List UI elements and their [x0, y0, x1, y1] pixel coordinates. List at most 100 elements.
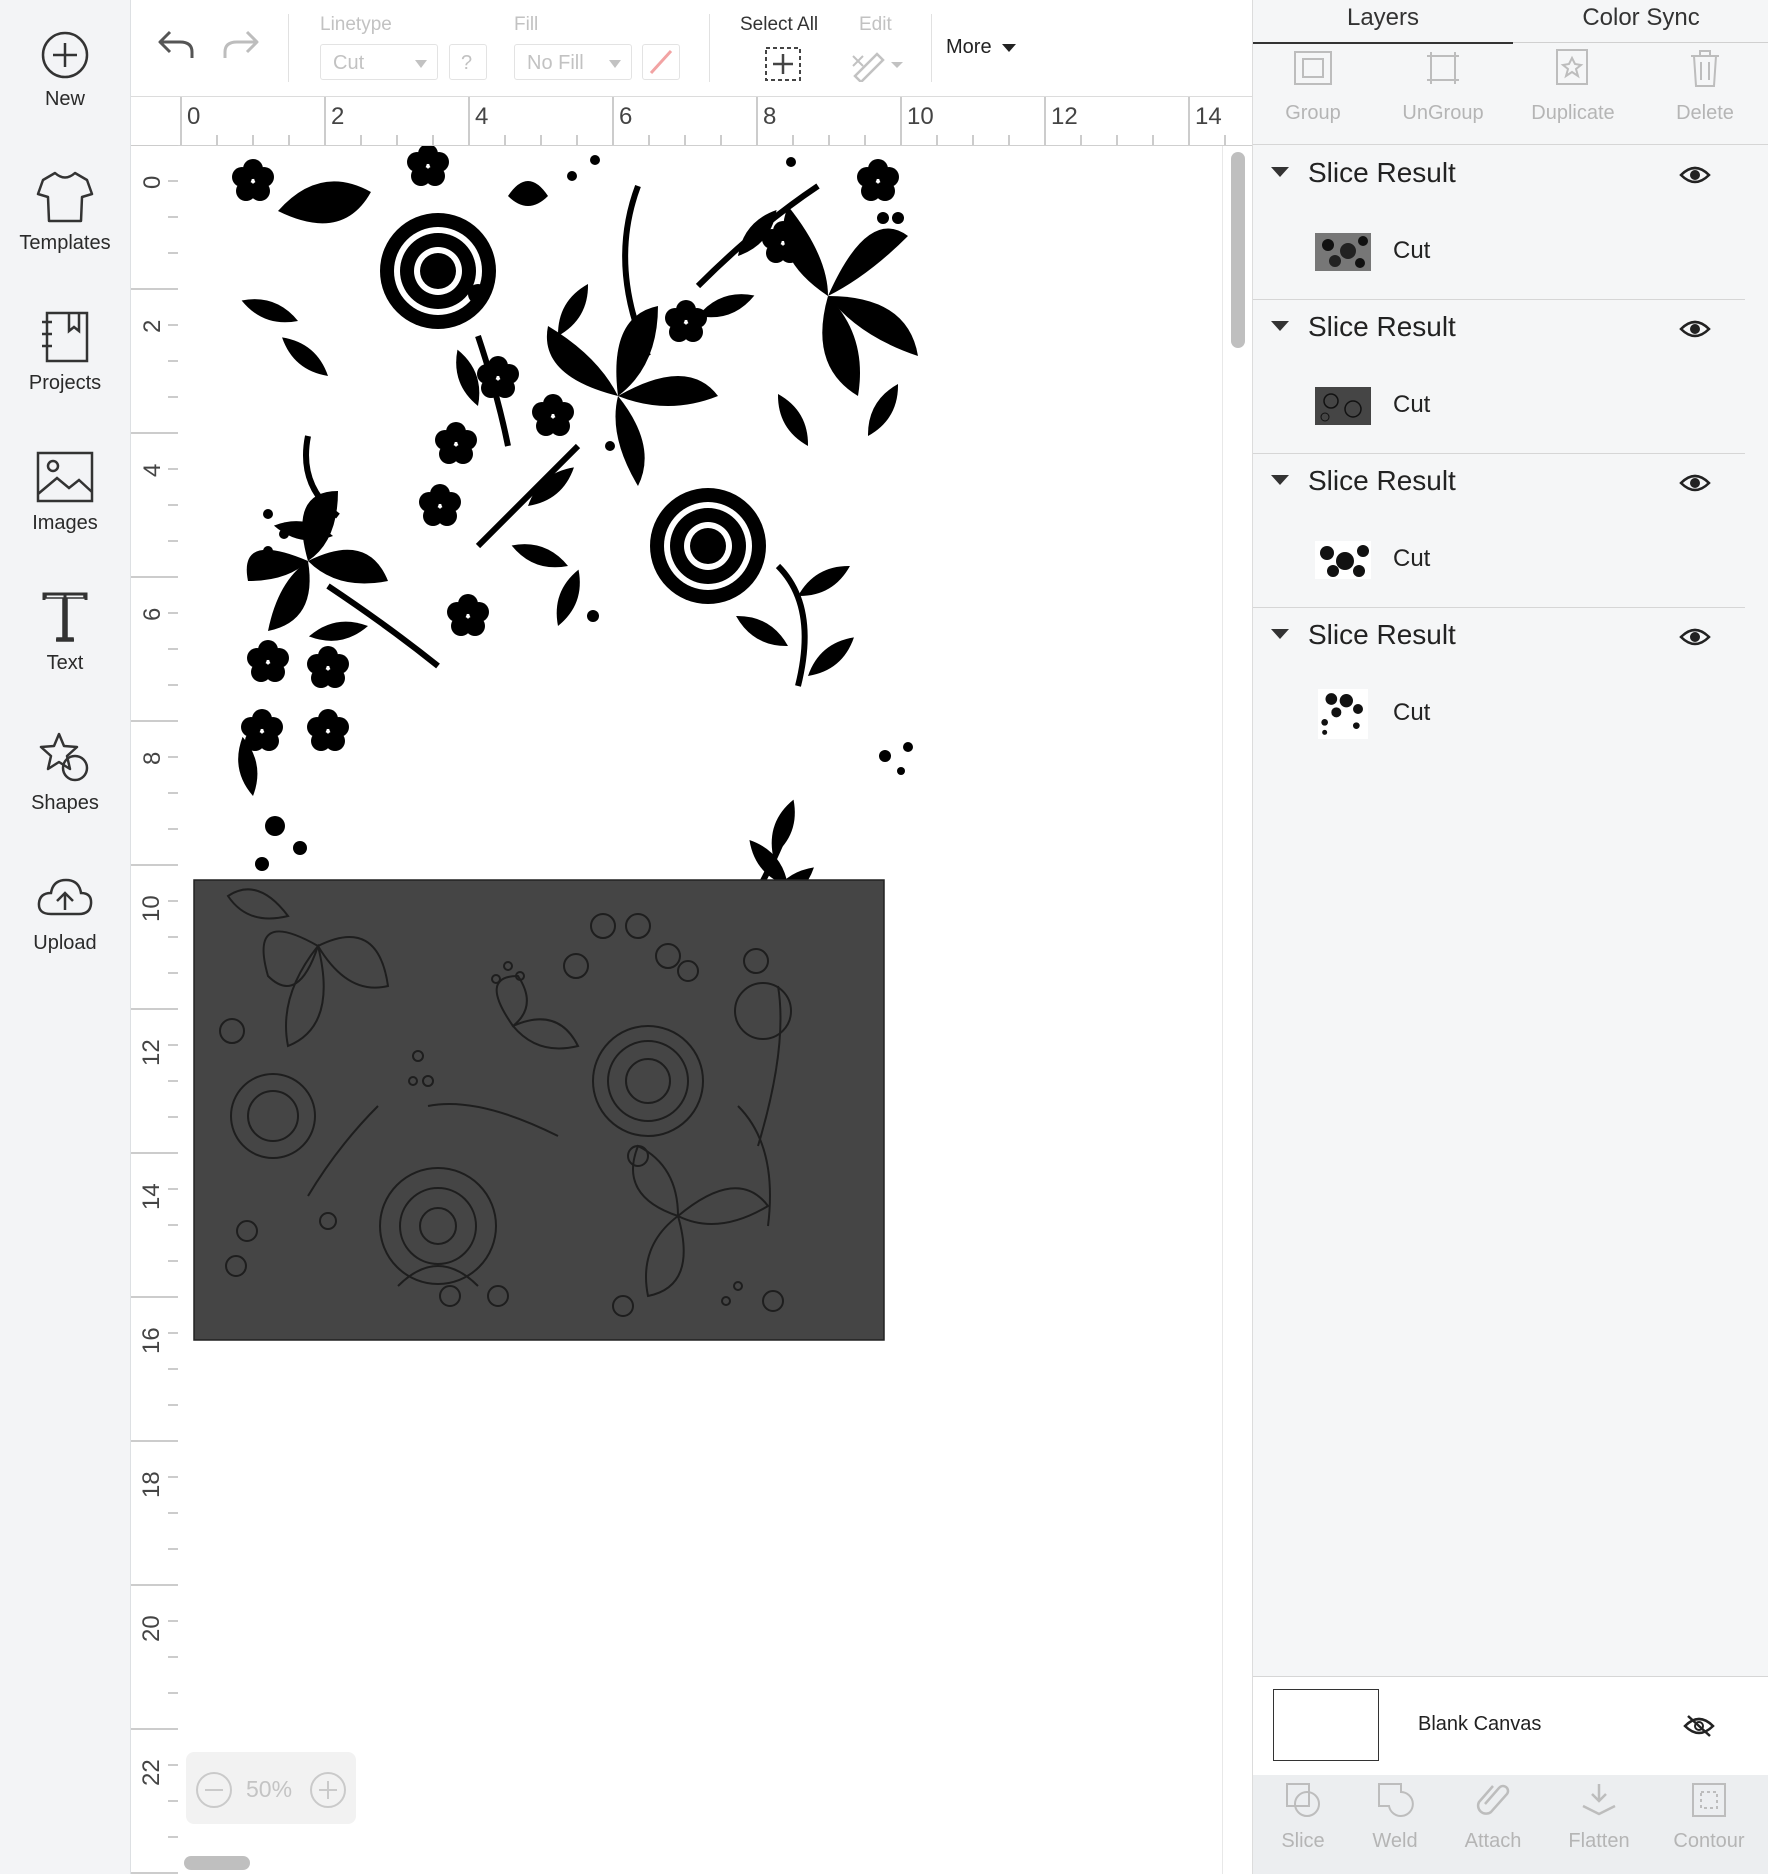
layer-group[interactable]: Slice Result Cut	[1253, 607, 1745, 761]
caret-down-icon[interactable]	[1271, 629, 1289, 639]
redo-icon[interactable]	[221, 28, 261, 62]
sidebar-item-text[interactable]: Text	[0, 560, 130, 680]
sidebar-item-new[interactable]: New	[0, 0, 130, 120]
contour-icon	[1692, 1783, 1726, 1817]
slice-button[interactable]: Slice	[1253, 1780, 1353, 1853]
sidebar-item-label: Templates	[19, 232, 111, 254]
eye-icon[interactable]	[1679, 163, 1711, 187]
floral-artwork-black[interactable]	[232, 146, 918, 913]
layer-group[interactable]: Slice Result Cut	[1253, 453, 1745, 608]
sidebar-item-images[interactable]: Images	[0, 420, 130, 540]
select-all-icon[interactable]	[764, 46, 802, 82]
ruler-label: 14	[1195, 103, 1222, 130]
zoom-in-icon[interactable]	[308, 1770, 348, 1810]
fill-value: No Fill	[527, 52, 584, 74]
slice-icon	[1286, 1783, 1320, 1817]
sidebar-item-projects[interactable]: Projects	[0, 280, 130, 400]
caret-down-icon[interactable]	[1271, 167, 1289, 177]
ruler-label: 12	[1051, 103, 1078, 130]
dark-slice-layer[interactable]	[193, 879, 885, 1341]
eye-icon[interactable]	[1679, 471, 1711, 495]
vertical-scrollbar-thumb[interactable]	[1231, 152, 1245, 348]
layer-group[interactable]: Slice Result Cut	[1253, 145, 1745, 300]
shapes-star-icon	[39, 732, 89, 782]
layer-group-title: Slice Result	[1308, 311, 1456, 342]
left-sidebar: New Templates Projects Images Text Shape…	[0, 0, 131, 1874]
blank-canvas-row[interactable]: Blank Canvas	[1253, 1676, 1768, 1776]
ungroup-label: UnGroup	[1402, 102, 1484, 124]
delete-button[interactable]: Delete	[1645, 46, 1765, 125]
ruler-label: 22	[138, 1759, 165, 1786]
ruler-label: 6	[139, 607, 166, 621]
duplicate-button[interactable]: Duplicate	[1513, 46, 1633, 125]
ruler-label: 4	[139, 463, 166, 477]
linetype-label: Linetype	[320, 14, 392, 35]
linetype-value: Cut	[333, 52, 365, 74]
sidebar-item-shapes[interactable]: Shapes	[0, 700, 130, 820]
caret-down-icon[interactable]	[1271, 475, 1289, 485]
caret-down-icon[interactable]	[1271, 321, 1289, 331]
group-icon	[1294, 51, 1332, 85]
tab-color-sync[interactable]: Color Sync	[1513, 0, 1768, 43]
sidebar-item-templates[interactable]: Templates	[0, 140, 130, 260]
flatten-label: Flatten	[1568, 1830, 1630, 1852]
more-label: More	[946, 36, 992, 58]
duplicate-icon	[1556, 49, 1588, 85]
linetype-help-button[interactable]: ?	[449, 44, 487, 80]
horizontal-scrollbar-thumb[interactable]	[184, 1856, 250, 1870]
eye-icon[interactable]	[1679, 317, 1711, 341]
zoom-level: 50%	[246, 1776, 293, 1802]
contour-button[interactable]: Contour	[1659, 1780, 1759, 1853]
select-all-label: Select All	[740, 14, 819, 35]
sidebar-item-label: Shapes	[31, 792, 99, 814]
undo-icon[interactable]	[156, 28, 196, 62]
sidebar-item-label: Images	[32, 512, 98, 534]
plus-circle-icon	[41, 31, 89, 79]
paperclip-icon	[1476, 1784, 1510, 1815]
tab-label: Color Sync	[1582, 4, 1700, 31]
sidebar-item-upload[interactable]: Upload	[0, 840, 130, 960]
layer-thumbnail	[1315, 233, 1371, 271]
more-menu-button[interactable]: More	[946, 36, 1017, 66]
duplicate-label: Duplicate	[1531, 102, 1615, 124]
weld-button[interactable]: Weld	[1345, 1780, 1445, 1853]
fill-select[interactable]: No Fill	[514, 44, 632, 80]
edit-pencil-icon[interactable]	[849, 46, 905, 82]
design-canvas[interactable]: 50%	[178, 146, 1222, 1874]
weld-icon	[1378, 1783, 1414, 1817]
layer-item-label: Cut	[1393, 699, 1431, 726]
layer-thumbnail	[1315, 541, 1371, 579]
layer-item-label: Cut	[1393, 545, 1431, 572]
tab-layers[interactable]: Layers	[1253, 0, 1513, 44]
layer-thumbnail	[1315, 387, 1371, 425]
blank-canvas-label: Blank Canvas	[1418, 1713, 1542, 1735]
vertical-scrollbar-track	[1222, 146, 1253, 1874]
eye-hidden-icon[interactable]	[1683, 1713, 1715, 1739]
horizontal-ruler-ticks	[180, 97, 1226, 145]
tshirt-icon	[36, 171, 94, 223]
edit-label: Edit	[859, 14, 892, 35]
eye-icon[interactable]	[1679, 625, 1711, 649]
ruler-label: 18	[138, 1471, 165, 1498]
layer-item-label: Cut	[1393, 237, 1431, 264]
delete-label: Delete	[1676, 102, 1734, 124]
image-icon	[36, 451, 94, 503]
flatten-button[interactable]: Flatten	[1549, 1780, 1649, 1853]
contour-label: Contour	[1673, 1830, 1745, 1852]
ruler-label: 12	[138, 1039, 165, 1066]
linetype-select[interactable]: Cut	[320, 44, 438, 80]
attach-button[interactable]: Attach	[1443, 1780, 1543, 1853]
ruler-label: 10	[907, 103, 934, 130]
zoom-out-icon[interactable]	[194, 1770, 234, 1810]
blank-canvas-swatch[interactable]	[1273, 1689, 1379, 1761]
toolbar-divider	[931, 14, 932, 82]
attach-label: Attach	[1464, 1830, 1522, 1852]
help-icon: ?	[461, 52, 473, 74]
fill-color-swatch[interactable]	[642, 44, 680, 80]
layer-group-title: Slice Result	[1308, 465, 1456, 496]
layer-group[interactable]: Slice Result Cut	[1253, 299, 1745, 454]
group-button[interactable]: Group	[1253, 46, 1373, 125]
layer-group-title: Slice Result	[1308, 157, 1456, 188]
layer-thumbnail	[1318, 689, 1368, 739]
ungroup-button[interactable]: UnGroup	[1383, 46, 1503, 125]
